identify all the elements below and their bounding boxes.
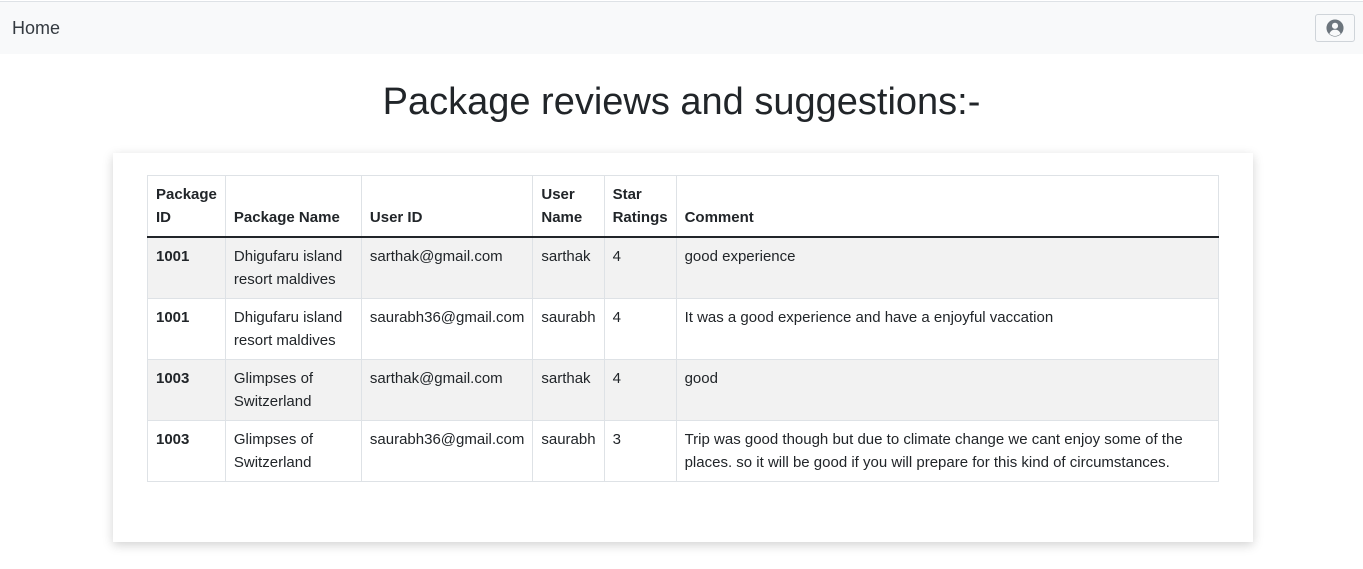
reviews-table: Package ID Package Name User ID User Nam… — [147, 175, 1220, 482]
header-package-id: Package ID — [147, 175, 226, 238]
cell-user-id: sarthak@gmail.com — [360, 236, 534, 299]
home-link[interactable]: Home — [12, 17, 60, 39]
cell-package-name: Glimpses of Switzerland — [224, 420, 362, 482]
cell-user-id: sarthak@gmail.com — [360, 359, 534, 421]
cell-package-name: Glimpses of Switzerland — [224, 359, 362, 421]
cell-package-id: 1003 — [147, 420, 226, 482]
reviews-card: Package ID Package Name User ID User Nam… — [113, 153, 1253, 542]
cell-user-id: saurabh36@gmail.com — [360, 420, 534, 482]
cell-star-ratings: 3 — [603, 420, 677, 482]
cell-star-ratings: 4 — [603, 298, 677, 360]
cell-star-ratings: 4 — [603, 236, 677, 299]
table-header-row: Package ID Package Name User ID User Nam… — [147, 175, 1220, 238]
cell-star-ratings: 4 — [603, 359, 677, 421]
header-user-id: User ID — [360, 175, 534, 238]
page-title: Package reviews and suggestions:- — [382, 81, 981, 123]
user-circle-icon — [1326, 19, 1344, 37]
table-row: 1003 Glimpses of Switzerland saurabh36@g… — [147, 420, 1220, 482]
cell-comment: good — [675, 359, 1220, 421]
cell-package-id: 1003 — [147, 359, 226, 421]
cell-user-name: saurabh — [532, 420, 605, 482]
cell-comment: It was a good experience and have a enjo… — [675, 298, 1220, 360]
cell-package-name: Dhigufaru island resort maldives — [224, 298, 362, 360]
cell-user-id: saurabh36@gmail.com — [360, 298, 534, 360]
cell-package-name: Dhigufaru island resort maldives — [224, 236, 362, 299]
header-comment: Comment — [675, 175, 1220, 238]
cell-package-id: 1001 — [147, 236, 226, 299]
header-star-ratings: Star Ratings — [603, 175, 677, 238]
cell-comment: Trip was good though but due to climate … — [675, 420, 1220, 482]
cell-user-name: saurabh — [532, 298, 605, 360]
user-menu-button[interactable] — [1315, 14, 1355, 42]
table-row: 1003 Glimpses of Switzerland sarthak@gma… — [147, 359, 1220, 421]
header-package-name: Package Name — [224, 175, 362, 238]
header-user-name: User Name — [532, 175, 605, 238]
cell-user-name: sarthak — [532, 236, 605, 299]
table-row: 1001 Dhigufaru island resort maldives sa… — [147, 298, 1220, 360]
cell-user-name: sarthak — [532, 359, 605, 421]
cell-comment: good experience — [675, 236, 1220, 299]
navbar: Home — [0, 1, 1363, 54]
table-row: 1001 Dhigufaru island resort maldives sa… — [147, 236, 1220, 299]
cell-package-id: 1001 — [147, 298, 226, 360]
